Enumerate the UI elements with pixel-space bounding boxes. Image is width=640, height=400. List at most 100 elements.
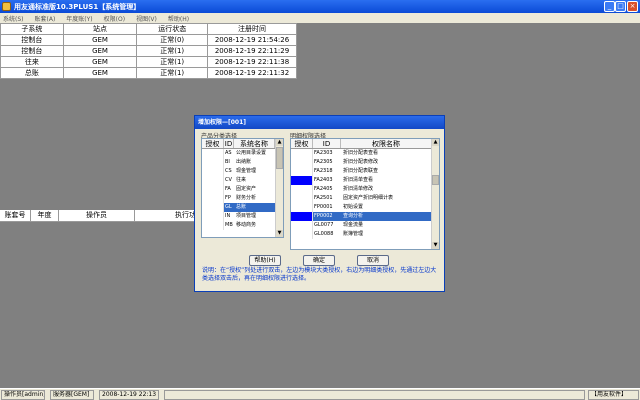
id-cell: FA [225, 186, 231, 192]
auth-cell[interactable] [291, 212, 313, 221]
status-bar: 操作员[admin] 服务器[GEM] 2008-12-19 22:13 【用友… [0, 388, 640, 400]
dialog-title: 增加权限—[001] [195, 116, 444, 129]
menu-system[interactable]: 系统(S) [3, 14, 24, 23]
auth-cell[interactable] [202, 203, 224, 212]
table-row[interactable]: 总账 GEM 正常(1) 2008-12-19 22:11:32 [0, 67, 297, 79]
help-button[interactable]: 帮助(H) [249, 255, 281, 266]
name-cell: 移动商务 [236, 222, 257, 228]
list-item[interactable]: FA2305 折旧分配表修改 [291, 158, 439, 167]
auth-cell[interactable] [291, 203, 313, 212]
menu-permission[interactable]: 权限(O) [104, 14, 125, 23]
col-status[interactable]: 运行状态 [136, 23, 209, 35]
auth-cell[interactable] [202, 194, 224, 203]
list-item[interactable]: GL0088 账簿管理 [291, 230, 439, 239]
category-rows: AS 公用目录设置 BI 出纳账 CS 现金管理 CV 往来 FA 固定资产 FP 财务分析 GL 总账 I… [202, 149, 283, 230]
menu-view[interactable]: 视图(V) [136, 14, 157, 23]
menu-year-account[interactable]: 年度账(Y) [66, 14, 92, 23]
col-register-time[interactable]: 注册时间 [207, 23, 297, 35]
cell: 正常(1) [136, 67, 209, 79]
category-list: 授权 ID 系统名称 AS 公用目录设置 BI 出纳账 CS 现金管理 CV 往来 FA 固定资产… [201, 138, 284, 238]
auth-cell[interactable] [291, 185, 313, 194]
id-cell: FP0002 [313, 212, 341, 221]
table-row[interactable]: 控制台 GEM 正常(1) 2008-12-19 22:11:29 [0, 45, 297, 57]
list-item[interactable]: BI 出纳账 [202, 158, 283, 167]
ok-button[interactable]: 确定 [303, 255, 335, 266]
close-button[interactable]: × [627, 1, 638, 12]
col-operator[interactable]: 操作员 [59, 210, 135, 221]
cell: 往来 [0, 56, 64, 68]
auth-cell[interactable] [291, 230, 313, 239]
col-subsystem[interactable]: 子系统 [0, 23, 64, 35]
col-account-no[interactable]: 账套号 [0, 210, 31, 221]
cell: 正常(1) [136, 56, 209, 68]
auth-cell[interactable] [202, 167, 224, 176]
id-cell: CV [225, 177, 232, 183]
name-cell: 查询分析 [341, 212, 432, 221]
list-item[interactable]: CS 现金管理 [202, 167, 283, 176]
col-site[interactable]: 站点 [62, 23, 138, 35]
cell: 正常(0) [136, 34, 209, 46]
col-system-name[interactable]: 系统名称 [234, 139, 275, 148]
auth-cell[interactable] [291, 176, 313, 185]
id-cell: AS [225, 150, 232, 156]
auth-cell[interactable] [202, 158, 224, 167]
cell: 总账 [0, 67, 64, 79]
list-item[interactable]: CV 往来 [202, 176, 283, 185]
list-item[interactable]: AS 公用目录设置 [202, 149, 283, 158]
auth-cell[interactable] [202, 185, 224, 194]
scroll-up-arrow[interactable]: ▲ [276, 139, 283, 146]
minimize-button[interactable]: _ [604, 1, 615, 12]
list-item[interactable]: FA2303 折旧分配表查看 [291, 149, 439, 158]
menu-account[interactable]: 账套(A) [35, 14, 56, 23]
col-auth[interactable]: 授权 [291, 139, 313, 148]
cell: 控制台 [0, 34, 64, 46]
cell: 2008-12-19 21:54:26 [207, 34, 297, 46]
col-id[interactable]: ID [313, 139, 341, 148]
scroll-down-arrow[interactable]: ▼ [276, 230, 283, 237]
name-cell: 账簿管理 [343, 231, 364, 237]
col-year[interactable]: 年度 [31, 210, 59, 221]
auth-cell[interactable] [202, 149, 224, 158]
list-item[interactable]: FA2403 折旧清单查看 [291, 176, 439, 185]
table-row[interactable]: 往来 GEM 正常(1) 2008-12-19 22:11:38 [0, 56, 297, 68]
list-item[interactable]: FP0002 查询分析 [291, 212, 439, 221]
col-function[interactable]: 执行功 [135, 210, 196, 221]
auth-cell[interactable] [202, 221, 224, 230]
cell: 2008-12-19 22:11:32 [207, 67, 297, 79]
list-item[interactable]: GL 总账 [202, 203, 283, 212]
name-cell: 折旧清单查看 [343, 177, 374, 183]
col-id[interactable]: ID [224, 139, 234, 148]
auth-cell[interactable] [291, 194, 313, 203]
scroll-up-arrow[interactable]: ▲ [432, 139, 439, 146]
title-bar: 用友通标准版10.3PLUS1【系统管理】 _ □ × [0, 0, 640, 13]
auth-cell[interactable] [291, 221, 313, 230]
cancel-button[interactable]: 取消 [357, 255, 389, 266]
scroll-down-arrow[interactable]: ▼ [432, 242, 439, 249]
list-item[interactable]: FA 固定资产 [202, 185, 283, 194]
list-item[interactable]: MB 移动商务 [202, 221, 283, 230]
menu-help[interactable]: 帮助(H) [168, 14, 189, 23]
list-item[interactable]: FP0001 初始设置 [291, 203, 439, 212]
auth-cell[interactable] [291, 149, 313, 158]
status-datetime: 2008-12-19 22:13 [99, 390, 159, 400]
list-item[interactable]: FA2318 折旧分配表联查 [291, 167, 439, 176]
scroll-thumb[interactable] [276, 147, 283, 169]
status-operator: 操作员[admin] [1, 390, 45, 400]
list-item[interactable]: FA2501 固定资产折旧明细计表 [291, 194, 439, 203]
scroll-thumb[interactable] [432, 175, 439, 185]
col-auth[interactable]: 授权 [202, 139, 224, 148]
auth-cell[interactable] [202, 212, 224, 221]
list-item[interactable]: FA2405 折旧清单修改 [291, 185, 439, 194]
permission-scrollbar[interactable]: ▲ ▼ [431, 139, 439, 249]
table-row[interactable]: 控制台 GEM 正常(0) 2008-12-19 21:54:26 [0, 34, 297, 46]
id-cell: FA2318 [314, 168, 333, 174]
maximize-button[interactable]: □ [615, 1, 626, 12]
category-scrollbar[interactable]: ▲ ▼ [275, 139, 283, 237]
col-permission-name[interactable]: 权限名称 [341, 139, 432, 148]
auth-cell[interactable] [202, 176, 224, 185]
list-item[interactable]: FP 财务分析 [202, 194, 283, 203]
auth-cell[interactable] [291, 158, 313, 167]
list-item[interactable]: GL0077 现金流量 [291, 221, 439, 230]
auth-cell[interactable] [291, 167, 313, 176]
list-item[interactable]: IN 项目管理 [202, 212, 283, 221]
